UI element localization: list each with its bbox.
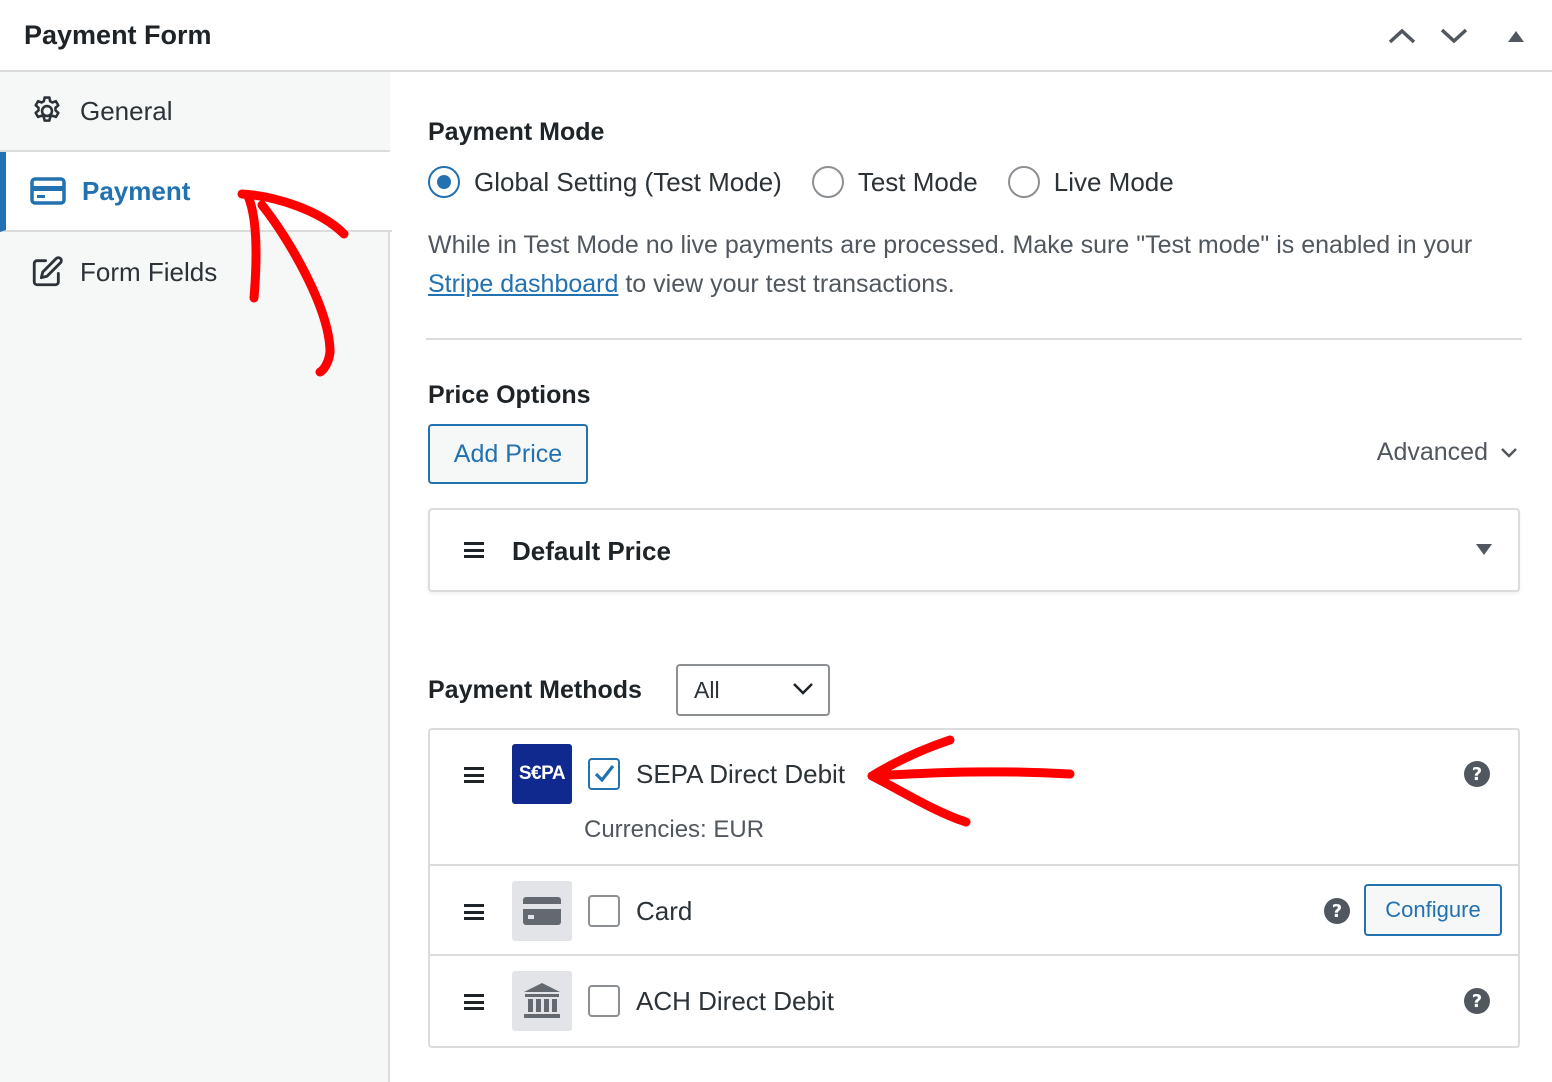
card-method-icon [512,881,572,941]
ach-method-icon [512,971,572,1031]
radio-button[interactable] [811,166,844,198]
radio-button[interactable] [428,166,460,198]
test-mode-description: While in Test Mode no live payments are … [428,226,1528,304]
payment-mode-options: Global Setting (Test Mode) Test Mode Liv… [428,164,1204,200]
collapse-panel-button[interactable] [1498,20,1534,52]
gear-icon [34,96,60,122]
chevron-down-icon [1440,28,1468,44]
help-icon[interactable]: ? [1324,898,1350,924]
list-item: S€PA SEPA Direct Debit Currencies: EUR ? [430,730,1518,866]
payment-mode-title: Payment Mode [428,118,605,146]
sidebar-item-form-fields[interactable]: Form Fields [0,232,390,312]
bank-icon [524,983,560,1018]
credit-card-icon [30,177,66,205]
sepa-logo: S€PA [512,744,572,804]
section-divider [426,338,1522,340]
radio-button[interactable] [1007,166,1040,198]
panel-header: Payment Form [0,0,1552,72]
sidebar-item-label: Payment [82,175,191,206]
chevron-down-icon [793,683,813,695]
configure-button[interactable]: Configure [1364,884,1502,936]
sepa-checkbox[interactable] [588,758,620,790]
move-down-button[interactable] [1436,20,1472,52]
price-options-title: Price Options [428,381,591,409]
advanced-toggle[interactable]: Advanced [1377,438,1518,467]
payment-methods-list: S€PA SEPA Direct Debit Currencies: EUR ?… [428,728,1520,1048]
method-name: SEPA Direct Debit [636,759,846,789]
radio-test-mode[interactable]: Test Mode [811,166,978,198]
advanced-label: Advanced [1376,438,1488,466]
description-text: While in Test Mode no live payments are … [428,231,1473,259]
radio-live-mode[interactable]: Live Mode [1007,166,1174,198]
radio-label: Global Setting (Test Mode) [474,166,782,197]
list-item: Card ? Configure [430,866,1518,956]
sidebar-item-label: Form Fields [80,256,218,287]
payment-methods-filter[interactable]: All [676,664,830,716]
sidebar-item-general[interactable]: General [0,72,390,152]
credit-card-icon [523,897,561,925]
help-icon[interactable]: ? [1464,988,1490,1014]
triangle-up-icon [1508,31,1524,42]
radio-global-setting[interactable]: Global Setting (Test Mode) [428,166,782,198]
add-price-button[interactable]: Add Price [428,424,588,484]
sidebar-item-payment[interactable]: Payment [0,152,392,232]
drag-handle-icon[interactable] [464,994,484,1010]
move-up-button[interactable] [1384,20,1420,52]
ach-checkbox[interactable] [588,985,620,1017]
sepa-logo-text: S€PA [518,763,566,784]
method-currencies: Currencies: EUR [584,816,765,843]
caret-down-icon[interactable] [1476,544,1492,555]
description-text: to view your test transactions. [618,270,955,298]
checkmark-icon [594,765,615,783]
method-name: Card [636,896,693,926]
edit-icon [32,256,63,287]
default-price-item[interactable]: Default Price [428,508,1520,592]
radio-label: Test Mode [857,166,978,197]
price-title: Default Price [512,536,671,566]
list-item: ACH Direct Debit ? [430,956,1518,1046]
help-icon[interactable]: ? [1464,761,1490,787]
chevron-down-icon [1501,447,1517,458]
filter-value: All [694,676,720,703]
payment-methods-label: Payment Methods [428,676,642,704]
chevron-up-icon [1388,28,1416,44]
drag-handle-icon[interactable] [464,904,484,920]
card-checkbox[interactable] [588,895,620,927]
stripe-dashboard-link[interactable]: Stripe dashboard [428,270,618,298]
panel-title: Payment Form [24,20,212,50]
sidebar-item-label: General [80,95,173,126]
drag-handle-icon[interactable] [464,542,484,558]
payment-settings-panel: Payment Mode Global Setting (Test Mode) … [392,74,1552,1082]
method-name: ACH Direct Debit [636,986,834,1016]
drag-handle-icon[interactable] [464,767,484,783]
radio-label: Live Mode [1053,166,1174,197]
settings-sidebar: General Payment Form Fields [0,72,392,1082]
